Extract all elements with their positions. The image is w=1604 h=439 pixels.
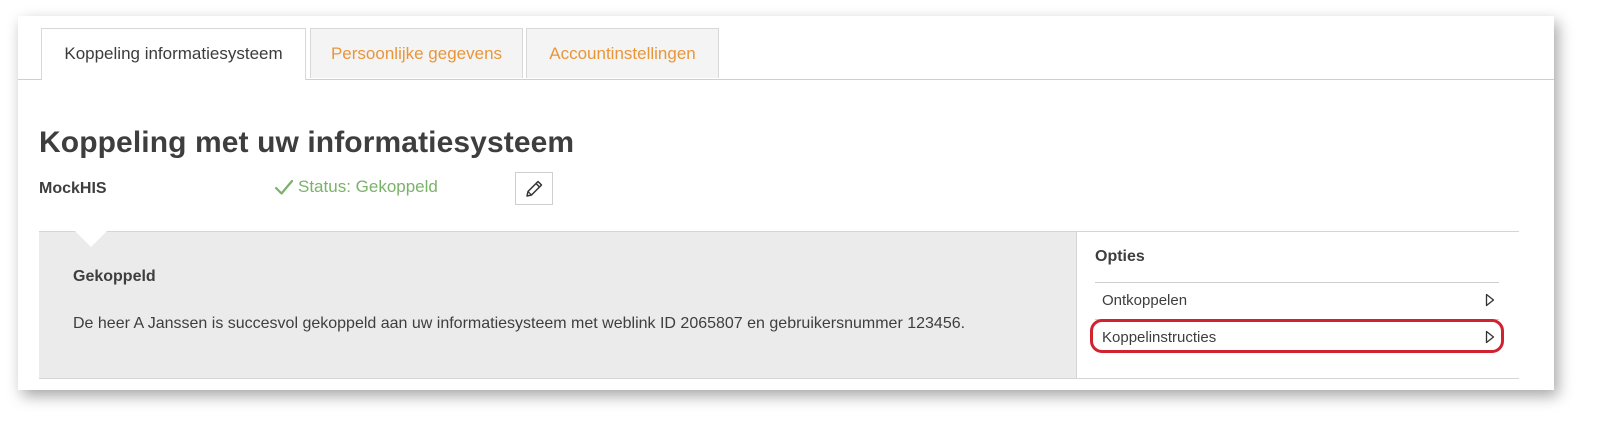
triangle-right-icon bbox=[1485, 293, 1495, 307]
status-panel: Gekoppeld De heer A Janssen is succesvol… bbox=[39, 231, 1076, 379]
status-text: Status: Gekoppeld bbox=[298, 177, 438, 196]
options-title: Opties bbox=[1095, 248, 1145, 265]
pencil-icon bbox=[526, 180, 543, 197]
panel-heading: Gekoppeld bbox=[73, 268, 156, 285]
checkmark-icon bbox=[274, 179, 294, 195]
tab-accountinstellingen[interactable]: Accountinstellingen bbox=[526, 28, 719, 78]
page-title: Koppeling met uw informatiesysteem bbox=[39, 126, 575, 159]
tab-persoonlijke-gegevens[interactable]: Persoonlijke gegevens bbox=[310, 28, 523, 78]
options-panel: Opties Ontkoppelen Koppelinstructies bbox=[1076, 231, 1519, 379]
triangle-right-icon bbox=[1485, 330, 1495, 344]
option-label: Koppelinstructies bbox=[1102, 329, 1217, 346]
system-name: MockHIS bbox=[39, 180, 107, 197]
panel-message: De heer A Janssen is succesvol gekoppeld… bbox=[73, 315, 966, 332]
tab-bar: Koppeling informatiesysteem Persoonlijke… bbox=[18, 16, 1554, 80]
edit-button[interactable] bbox=[515, 172, 553, 205]
status-indicator: Status: Gekoppeld bbox=[274, 177, 438, 197]
panel-notch bbox=[75, 231, 107, 247]
option-label: Ontkoppelen bbox=[1102, 292, 1188, 309]
main-window: Koppeling informatiesysteem Persoonlijke… bbox=[18, 16, 1554, 390]
option-ontkoppelen[interactable]: Ontkoppelen bbox=[1095, 282, 1499, 318]
tab-koppeling-informatiesysteem[interactable]: Koppeling informatiesysteem bbox=[41, 28, 306, 80]
option-koppelinstructies[interactable]: Koppelinstructies bbox=[1095, 319, 1499, 355]
